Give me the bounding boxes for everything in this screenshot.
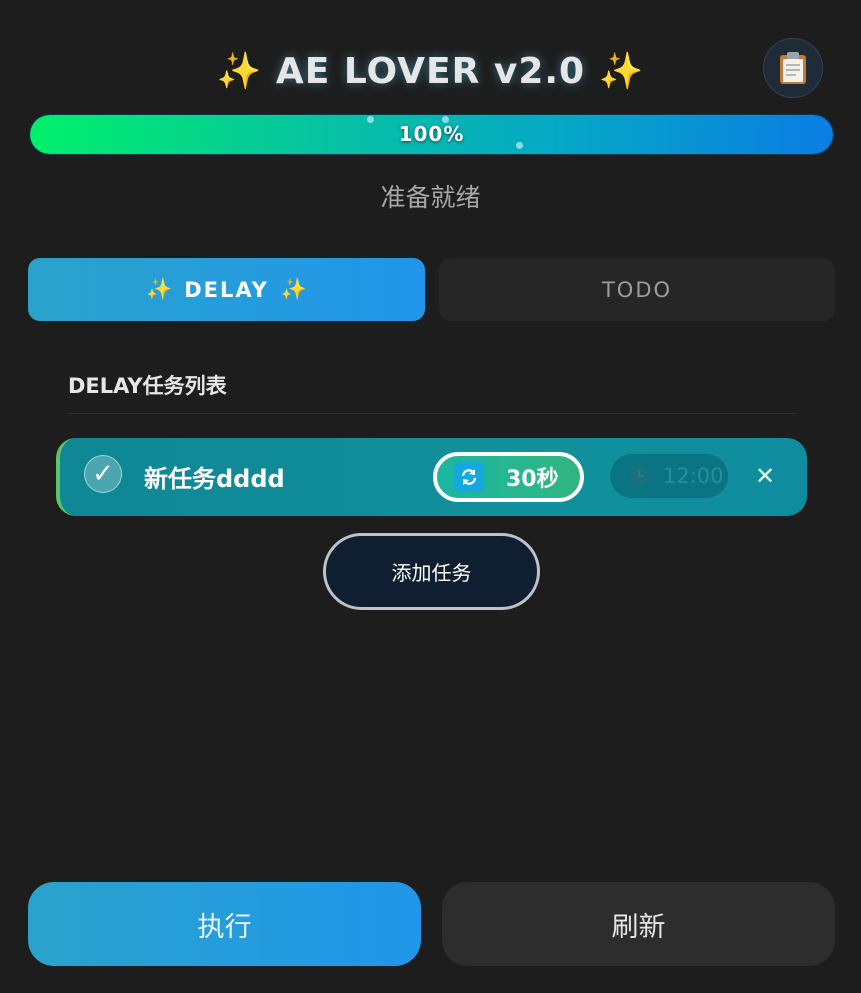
sparkle-icon: ✨ <box>280 277 307 301</box>
tab-todo[interactable]: TODO <box>439 258 835 321</box>
progress-percent: 100% <box>398 122 465 146</box>
tab-delay[interactable]: ✨ DELAY ✨ <box>28 258 425 321</box>
add-task-button[interactable]: 添加任务 <box>323 533 540 610</box>
sparkle-icon: ✨ <box>216 51 263 92</box>
time-value: 12:00 <box>663 464 724 488</box>
progress-bar: 100% <box>29 114 834 155</box>
run-button[interactable]: 执行 <box>28 882 421 966</box>
sparkle-icon: ✨ <box>146 277 173 301</box>
divider <box>68 413 796 414</box>
interval-value: 30秒 <box>506 467 559 492</box>
section-title: DELAY任务列表 <box>68 374 227 398</box>
refresh-button[interactable]: 刷新 <box>442 882 835 966</box>
task-row: ✓ 新任务dddd 30秒 12:00 ✕ <box>56 438 807 516</box>
app-title-text: AE LOVER v2.0 <box>275 51 586 92</box>
interval-selector[interactable]: 30秒 <box>433 452 584 502</box>
tab-todo-label: TODO <box>601 277 673 302</box>
task-name[interactable]: 新任务dddd <box>144 459 285 494</box>
refresh-icon <box>454 462 484 492</box>
check-icon: ✓ <box>92 459 114 489</box>
clipboard-button[interactable] <box>763 38 823 98</box>
clipboard-icon <box>780 52 806 84</box>
close-icon: ✕ <box>754 462 776 490</box>
time-picker[interactable]: 12:00 <box>610 454 728 498</box>
app-title: ✨ AE LOVER v2.0 ✨ <box>0 50 861 92</box>
status-text: 准备就绪 <box>380 183 481 212</box>
tab-delay-label: DELAY <box>184 277 269 302</box>
app-window: ✨ AE LOVER v2.0 ✨ 100% 准备就绪 ✨ DELAY ✨ TO… <box>0 0 861 993</box>
sparkle-icon: ✨ <box>598 51 645 92</box>
clock-icon <box>630 467 648 485</box>
task-checkbox[interactable]: ✓ <box>84 455 122 493</box>
delete-task-button[interactable]: ✕ <box>748 459 782 493</box>
